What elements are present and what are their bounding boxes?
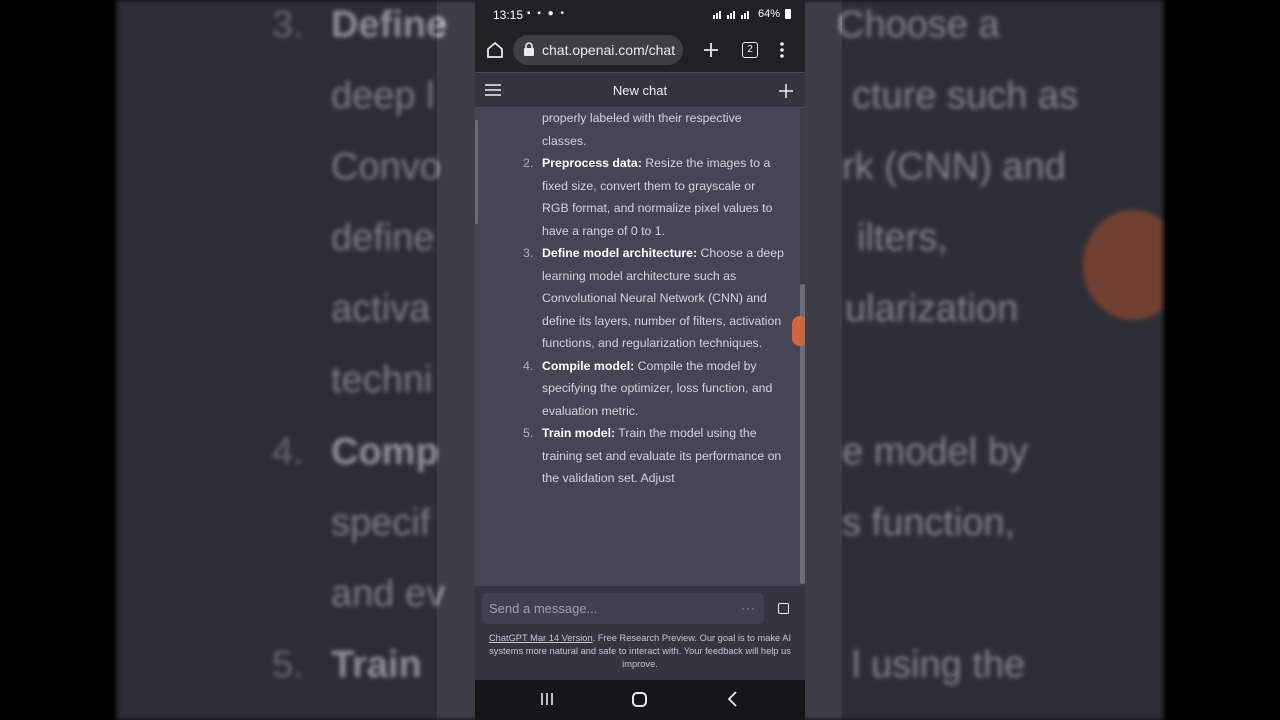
app-header: New chat — [475, 72, 805, 108]
recents-icon[interactable] — [540, 692, 554, 706]
new-chat-plus-icon[interactable] — [778, 83, 794, 99]
assistant-message-list: properly labeled with their respective c… — [475, 108, 805, 490]
app-title: New chat — [612, 83, 668, 98]
url-text[interactable]: chat.openai.com/chat — [542, 42, 675, 58]
version-link[interactable]: ChatGPT Mar 14 Version — [489, 633, 593, 643]
android-nav-bar — [475, 680, 805, 720]
status-bar: 13:15 ▪ ▪ ● • 64% — [475, 0, 805, 30]
battery-icon — [785, 9, 791, 19]
tab-switcher-button[interactable]: 2 — [742, 42, 758, 58]
status-right: 64% — [712, 8, 791, 20]
browser-toolbar: chat.openai.com/chat 2 — [475, 30, 805, 72]
list-item: properly labeled with their respective c… — [542, 111, 742, 148]
footer-disclaimer: ChatGPT Mar 14 Version. Free Research Pr… — [485, 632, 795, 671]
back-icon[interactable] — [726, 691, 738, 707]
typing-dots-icon: ··· — [741, 601, 756, 615]
bg-shadow-left — [117, 0, 437, 720]
battery-percent: 64% — [757, 8, 780, 20]
chat-message-area: properly labeled with their respective c… — [475, 108, 805, 586]
list-item: 4. Compile model: Compile the model by s… — [523, 358, 773, 418]
list-item: 3. Define model architecture: Choose a d… — [523, 246, 784, 350]
phone-screen: 13:15 ▪ ▪ ● • 64% chat.openai.com/chat 2 — [475, 0, 805, 720]
status-time: 13:15 — [493, 8, 524, 22]
list-item: 5. Train model: Train the model using th… — [523, 426, 782, 485]
notification-icons: ▪ ▪ ● • — [527, 8, 566, 19]
home-button-icon[interactable] — [632, 692, 647, 707]
lock-icon — [524, 42, 534, 56]
composer: Send a message... ··· ChatGPT Mar 14 Ver… — [475, 586, 805, 680]
stop-generating-icon[interactable] — [778, 603, 789, 614]
signal-icon — [712, 11, 749, 19]
home-icon[interactable] — [485, 40, 505, 60]
more-vert-icon[interactable] — [777, 40, 787, 60]
floating-recording-bubble[interactable] — [792, 316, 805, 346]
list-item: 2. Preprocess data: Resize the images to… — [523, 156, 773, 238]
message-input-placeholder[interactable]: Send a message... — [489, 601, 597, 616]
bg-shadow-right — [842, 0, 1163, 720]
plus-icon[interactable] — [701, 40, 721, 60]
